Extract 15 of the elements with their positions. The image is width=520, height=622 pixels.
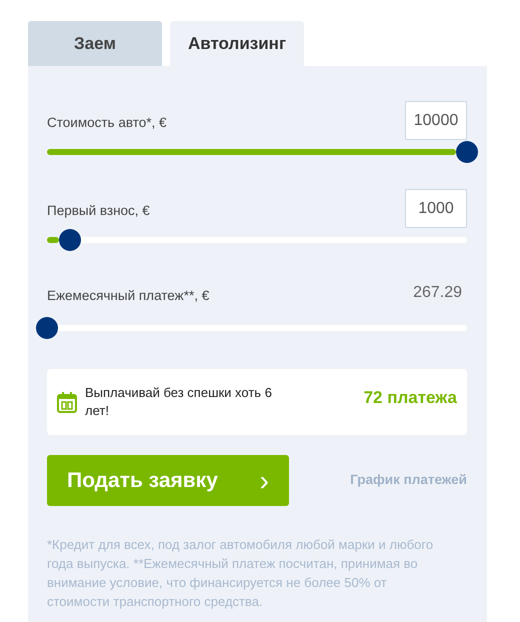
calendar-icon [57,391,77,413]
tab[interactable]: Заем [28,21,162,66]
tab[interactable]: Автолизинг [170,21,304,66]
value-field[interactable]: 10000 [405,101,467,140]
footnote: *Кредит для всех, под залог автомобиля любой марки и любого года выпуска. **Ежемесячный платеж посчитан, принимая во внимание условие, что финансируется не более 50% от стоимости транспортного средства. [47,536,434,611]
slider-thumb[interactable] [36,317,58,339]
slider-label: Ежемесячный платеж**, € [47,287,210,306]
info-text: Выплачивай без спешки хоть 6 лет! [85,384,273,420]
slider-thumb[interactable] [59,229,82,251]
slider-label: Первый взнос, € [47,202,150,220]
value-field[interactable]: 1000 [405,189,467,228]
payments-count: 72 платежа [364,387,457,409]
monthly-payment-value: 267.29 [413,283,462,303]
slider-label: Стоимость авто*, € [47,114,167,132]
slider-thumb[interactable] [456,141,478,163]
